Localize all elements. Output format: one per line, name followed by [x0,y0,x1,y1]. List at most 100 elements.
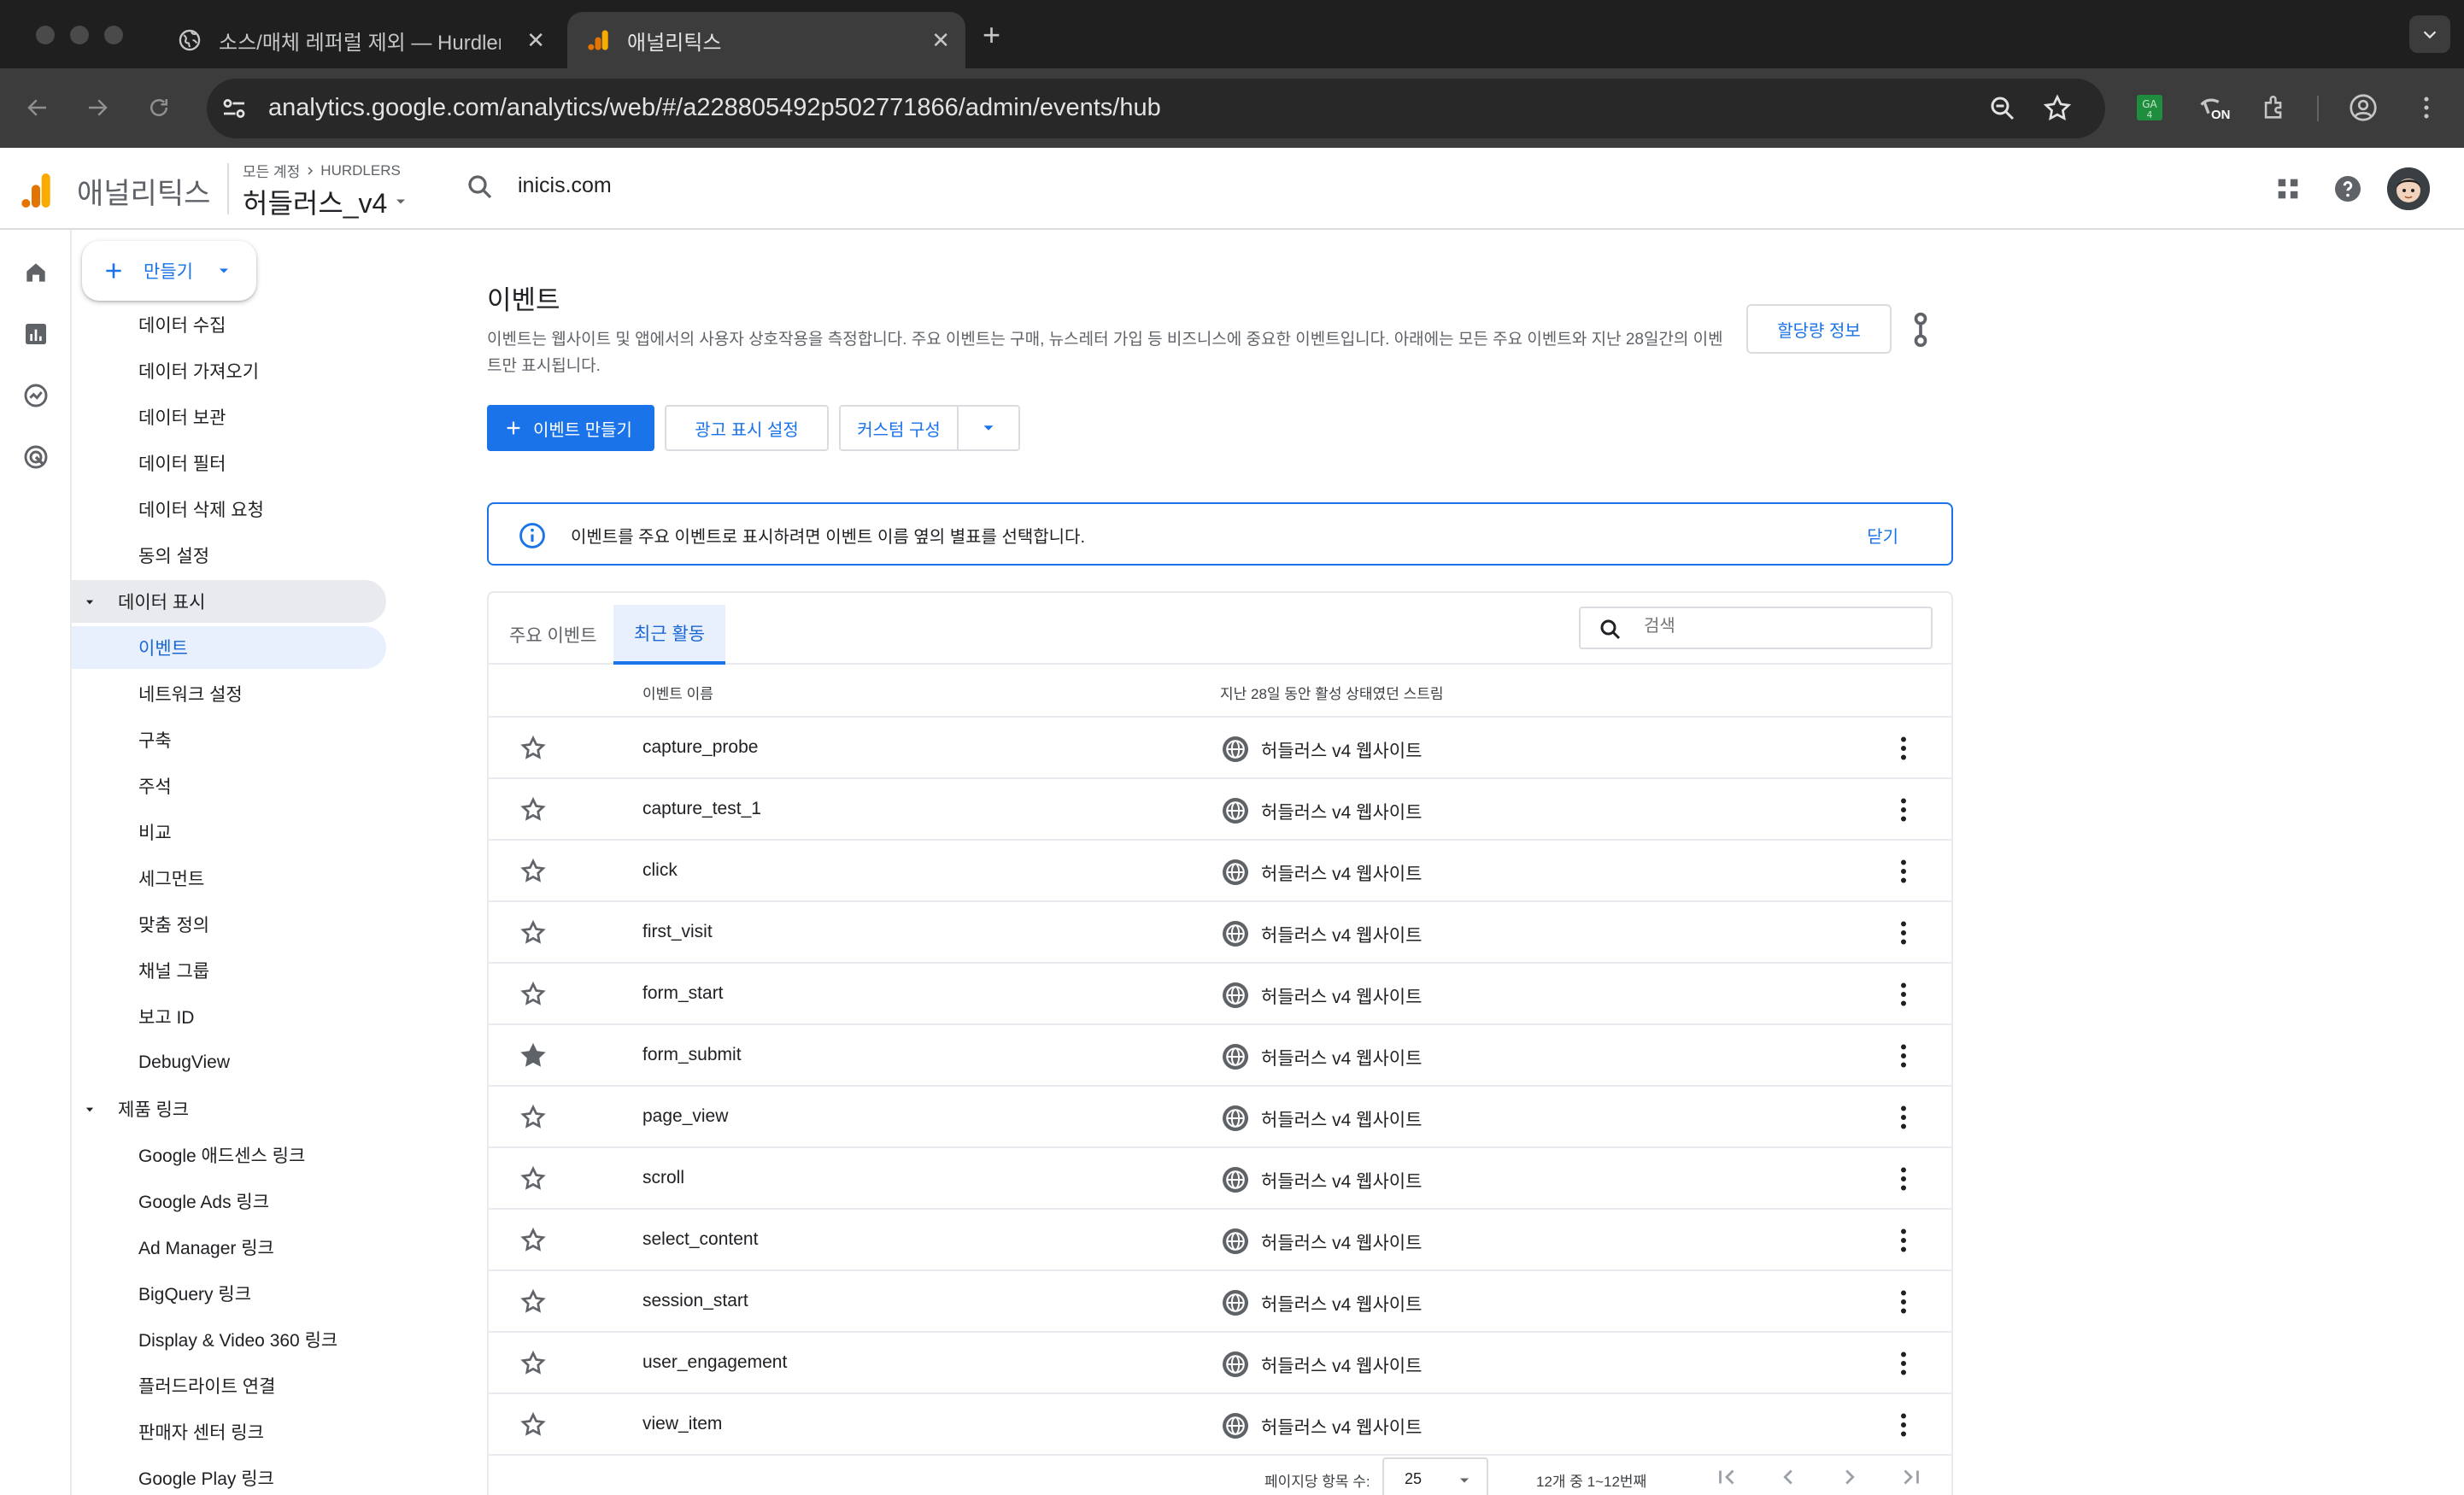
custom-config-button[interactable]: 커스텀 구성 [839,405,959,451]
event-name[interactable]: session_start [642,1291,748,1311]
event-name[interactable]: page_view [642,1106,728,1127]
next-page-button[interactable] [1837,1464,1863,1490]
sidebar-item[interactable]: 채널 그룹 [72,949,388,992]
table-search-input[interactable] [1644,617,1917,636]
sidebar-item[interactable]: 세그먼트 [72,857,388,900]
address-bar[interactable]: analytics.google.com/analytics/web/#/a22… [207,79,2105,138]
event-name[interactable]: capture_probe [642,737,758,758]
more-vert-icon[interactable] [1888,1410,1919,1440]
table-row[interactable]: capture_test_1 허들러스 v4 웹사이트 [489,779,1951,841]
apps-grid-icon[interactable] [2267,168,2309,209]
event-name[interactable]: form_submit [642,1045,742,1065]
forward-button[interactable] [79,89,116,126]
profile-icon[interactable] [2343,87,2384,128]
close-icon[interactable]: ✕ [526,27,545,53]
tab-recent-activity[interactable]: 최근 활동 [613,605,726,665]
event-name[interactable]: form_start [642,983,724,1004]
sidebar-item[interactable]: 구축 [72,718,388,761]
star-outline-icon[interactable] [519,1350,547,1377]
sidebar-item[interactable]: 데이터 가져오기 [72,349,388,392]
tab-search-button[interactable] [2409,15,2450,53]
sidebar-item[interactable]: 주석 [72,765,388,807]
search-icon[interactable] [465,172,496,202]
sidebar-item[interactable]: Ad Manager 링크 [72,1226,388,1269]
reports-icon[interactable] [17,315,55,353]
sidebar-item[interactable]: 데이터 필터 [72,442,388,484]
sidebar-item[interactable]: Google Play 링크 [72,1457,388,1495]
table-row[interactable]: select_content 허들러스 v4 웹사이트 [489,1210,1951,1271]
more-options-icon[interactable] [1904,311,1938,349]
browser-tab-analytics[interactable]: 애널리틱스 ✕ [567,12,965,68]
browser-tab-referral[interactable]: 소스/매체 레퍼럴 제외 — Hurdlers ✕ [159,12,560,68]
close-icon[interactable]: ✕ [931,27,950,53]
table-row[interactable]: form_submit 허들러스 v4 웹사이트 [489,1025,1951,1087]
sidebar-item[interactable]: 데이터 보관 [72,396,388,438]
window-zoom-button[interactable] [104,26,123,44]
sidebar-item[interactable]: 데이터 삭제 요청 [72,488,388,531]
bookmark-star-icon[interactable] [2042,93,2073,124]
more-vert-icon[interactable] [1888,1348,1919,1379]
star-filled-icon[interactable] [519,1042,547,1070]
star-outline-icon[interactable] [519,796,547,824]
sidebar-group[interactable]: 데이터 표시 [72,580,386,623]
sidebar-item[interactable]: 판매자 센터 링크 [72,1410,388,1453]
star-outline-icon[interactable] [519,1288,547,1316]
create-event-button[interactable]: 이벤트 만들기 [487,405,654,451]
window-close-button[interactable] [36,26,55,44]
rows-per-page-select[interactable]: 25 [1382,1457,1488,1495]
event-name[interactable]: select_content [642,1229,758,1250]
star-outline-icon[interactable] [519,919,547,947]
window-minimize-button[interactable] [70,26,89,44]
home-icon[interactable] [17,254,55,291]
table-row[interactable]: form_start 허들러스 v4 웹사이트 [489,964,1951,1025]
custom-config-dropdown[interactable] [957,405,1020,451]
event-name[interactable]: scroll [642,1168,684,1188]
sidebar-item[interactable]: 플러드라이트 연결 [72,1364,388,1407]
event-name[interactable]: first_visit [642,922,713,942]
table-row[interactable]: session_start 허들러스 v4 웹사이트 [489,1271,1951,1333]
star-outline-icon[interactable] [519,858,547,885]
event-name[interactable]: capture_test_1 [642,799,761,819]
analytics-logo-icon[interactable] [19,172,53,209]
event-name[interactable]: click [642,860,678,881]
star-outline-icon[interactable] [519,1165,547,1193]
sidebar-item[interactable]: BigQuery 링크 [72,1272,388,1315]
extensions-puzzle-icon[interactable] [2254,87,2295,128]
table-row[interactable]: page_view 허들러스 v4 웹사이트 [489,1087,1951,1148]
sidebar-item[interactable]: 맞춤 정의 [72,903,388,946]
sidebar-item[interactable]: 비교 [72,811,388,853]
table-row[interactable]: click 허들러스 v4 웹사이트 [489,841,1951,902]
site-settings-icon[interactable] [219,93,249,124]
more-vert-icon[interactable] [1888,1287,1919,1317]
sidebar-group[interactable]: 제품 링크 [72,1088,386,1130]
column-header-event-name[interactable]: 이벤트 이름 [642,682,713,703]
table-row[interactable]: user_engagement 허들러스 v4 웹사이트 [489,1333,1951,1394]
star-outline-icon[interactable] [519,1411,547,1439]
new-tab-button[interactable]: + [983,17,1000,53]
account-avatar[interactable] [2387,167,2430,210]
star-outline-icon[interactable] [519,735,547,762]
sidebar-item[interactable]: Google 애드센스 링크 [72,1134,388,1176]
help-icon[interactable] [2327,168,2368,209]
more-vert-icon[interactable] [1888,979,1919,1010]
sidebar-item[interactable]: 이벤트 [72,626,386,669]
quota-info-button[interactable]: 할당량 정보 [1746,304,1892,354]
browser-menu-icon[interactable] [2406,87,2447,128]
reload-button[interactable] [140,89,178,126]
last-page-button[interactable] [1898,1464,1924,1490]
ad-settings-button[interactable]: 광고 표시 설정 [665,405,829,451]
ga4-extension-icon[interactable]: GA 4 [2129,87,2170,128]
more-vert-icon[interactable] [1888,1102,1919,1133]
sidebar-item[interactable]: 동의 설정 [72,534,388,577]
event-name[interactable]: user_engagement [642,1352,787,1373]
advertising-icon[interactable] [17,438,55,476]
table-row[interactable]: scroll 허들러스 v4 웹사이트 [489,1148,1951,1210]
star-outline-icon[interactable] [519,1227,547,1254]
first-page-button[interactable] [1714,1464,1739,1490]
sidebar-item[interactable]: 보고 ID [72,995,388,1038]
zoom-icon[interactable] [1987,93,2018,124]
back-button[interactable] [19,89,56,126]
star-outline-icon[interactable] [519,1104,547,1131]
more-vert-icon[interactable] [1888,733,1919,764]
table-row[interactable]: capture_probe 허들러스 v4 웹사이트 [489,718,1951,779]
